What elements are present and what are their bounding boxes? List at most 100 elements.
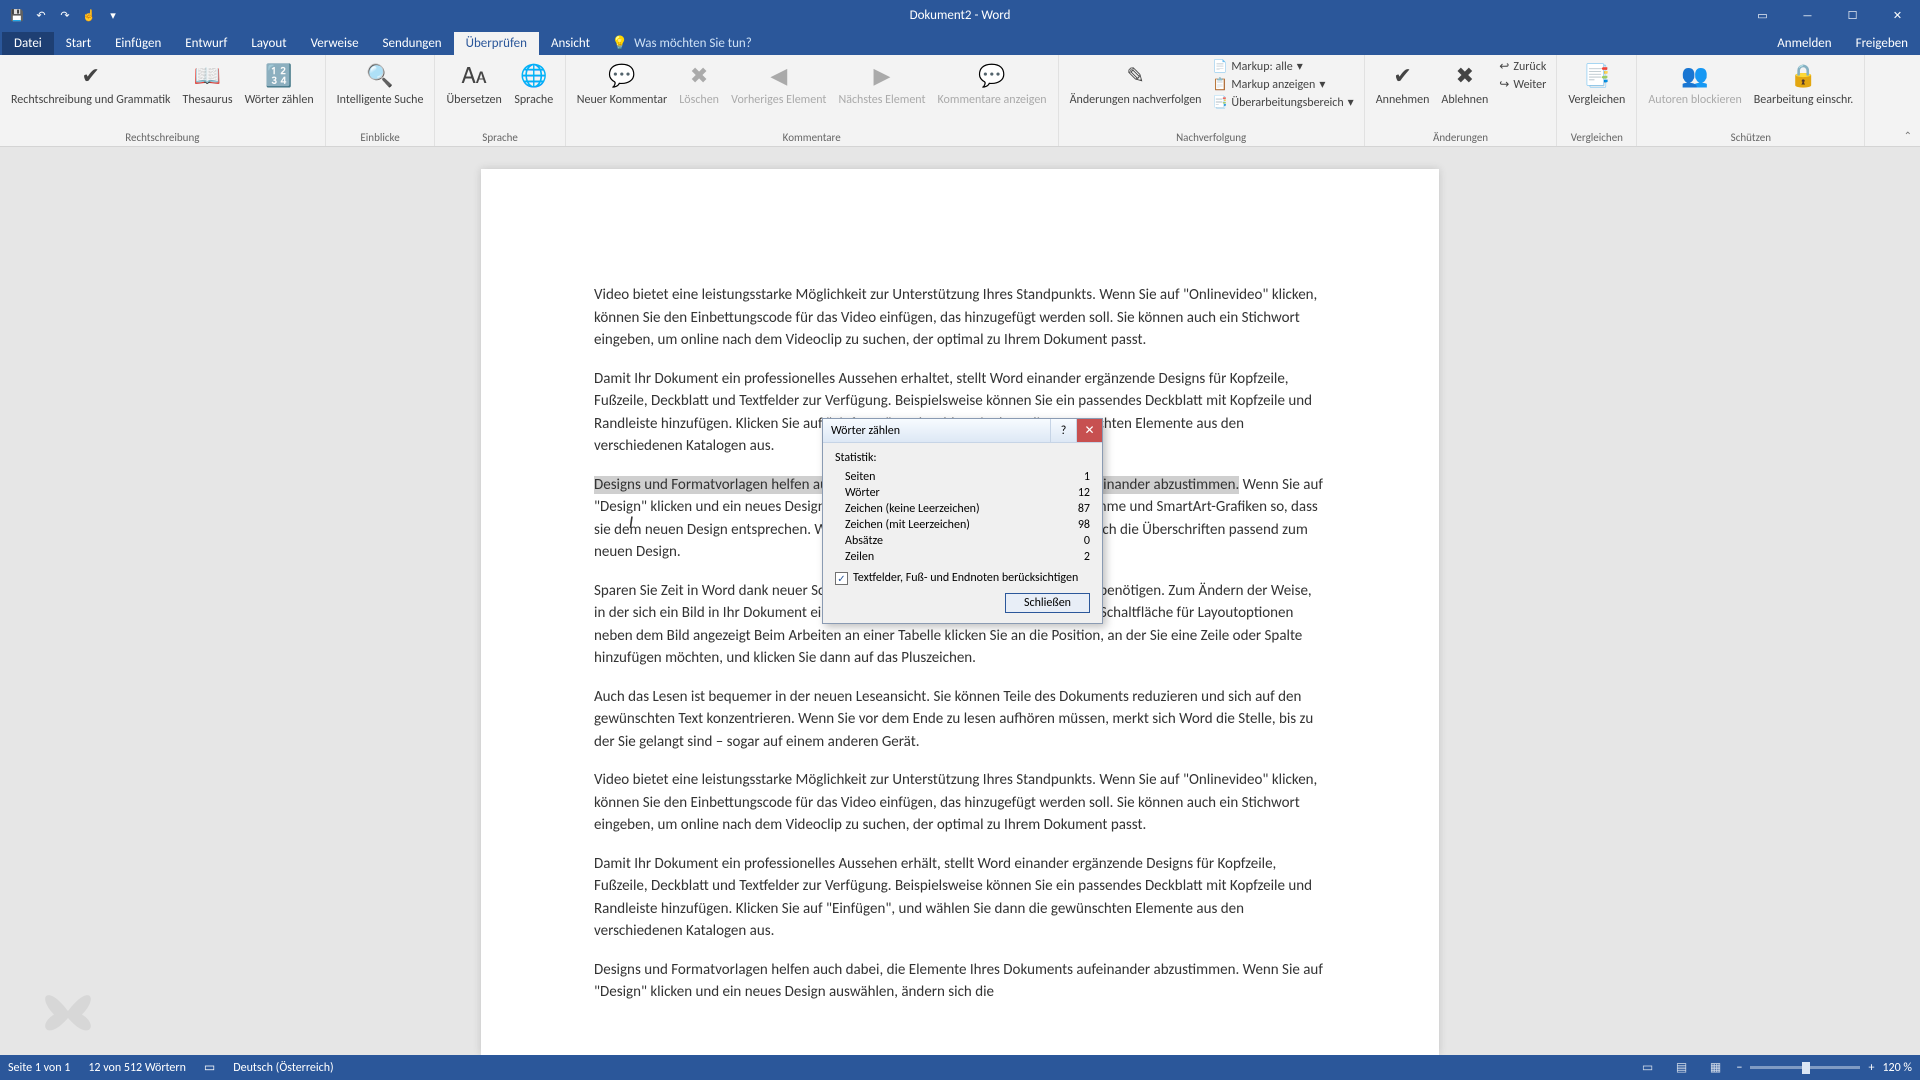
group-compare: 📑 Vergleichen Vergleichen [1557,55,1637,146]
status-word-count[interactable]: 12 von 512 Wörtern [88,1061,186,1075]
show-markup-button[interactable]: 📋 Markup anzeigen ▾ [1208,76,1357,93]
word-count-dialog: Wörter zählen ? ✕ Statistik: Seiten1 Wör… [822,418,1103,624]
accept-icon: ✔ [1387,60,1419,92]
tab-layout[interactable]: Layout [239,32,298,55]
lock-icon: 🔒 [1788,60,1820,92]
dialog-title: Wörter zählen [831,424,900,438]
stat-row-pages: Seiten1 [835,469,1090,485]
thesaurus-button[interactable]: 📖 Thesaurus [178,58,238,110]
accept-button[interactable]: ✔ Annehmen [1371,58,1435,110]
tab-review[interactable]: Überprüfen [454,32,539,55]
include-textboxes-checkbox[interactable]: ✓ Textfelder, Fuß- und Endnoten berücksi… [835,571,1090,585]
next-change-button[interactable]: ↪ Weiter [1495,76,1550,93]
translate-icon: 🗛 [458,60,490,92]
statistics-header: Statistik: [835,451,1090,465]
share-button[interactable]: Freigeben [1844,32,1920,55]
paragraph[interactable]: Video bietet eine leistungsstarke Möglic… [594,284,1326,352]
group-label-comments: Kommentare [572,129,1052,144]
stat-row-chars-nospace: Zeichen (keine Leerzeichen)87 [835,501,1090,517]
undo-icon[interactable]: ↶ [30,4,52,26]
group-label-protect: Schützen [1643,129,1858,144]
sign-in-button[interactable]: Anmelden [1765,32,1843,55]
tell-me-placeholder: Was möchten Sie tun? [634,36,752,51]
delete-comment-button: ✖ Löschen [674,58,724,110]
dialog-close-button[interactable]: ✕ [1076,419,1102,442]
qat-customize-icon[interactable]: ▾ [102,4,124,26]
minimize-button[interactable]: — [1785,0,1830,30]
read-mode-icon[interactable]: ▭ [1634,1058,1660,1078]
tab-file[interactable]: Datei [2,32,54,55]
group-label-changes: Änderungen [1371,129,1551,144]
redo-icon[interactable]: ↷ [54,4,76,26]
status-page[interactable]: Seite 1 von 1 [8,1061,70,1075]
stat-row-lines: Zeilen2 [835,549,1090,565]
group-language: 🗛 Übersetzen 🌐 Sprache Sprache [435,55,565,146]
dialog-titlebar[interactable]: Wörter zählen ? ✕ [823,419,1102,443]
stat-row-words: Wörter12 [835,485,1090,501]
tab-design[interactable]: Entwurf [173,32,239,55]
ribbon-display-options-icon[interactable]: ▭ [1740,0,1785,30]
checkbox-icon[interactable]: ✓ [835,572,848,585]
tab-insert[interactable]: Einfügen [103,32,173,55]
zoom-slider-thumb[interactable] [1802,1062,1810,1074]
collapse-ribbon-icon[interactable]: ⌃ [1904,129,1912,142]
track-changes-button[interactable]: ✎ Änderungen nachverfolgen [1065,58,1207,110]
group-label-tracking: Nachverfolgung [1065,129,1358,144]
lightbulb-icon: 💡 [612,36,628,51]
comment-icon: 💬 [606,60,638,92]
tab-home[interactable]: Start [54,32,103,55]
ribbon: ✔ Rechtschreibung und Grammatik 📖 Thesau… [0,55,1920,147]
touch-mode-icon[interactable]: ☝ [78,4,100,26]
spelling-grammar-button[interactable]: ✔ Rechtschreibung und Grammatik [6,58,176,110]
zoom-out-button[interactable]: − [1736,1061,1742,1075]
stat-row-paragraphs: Absätze0 [835,533,1090,549]
tab-references[interactable]: Verweise [299,32,371,55]
review-pane-button[interactable]: 📑 Überarbeitungsbereich ▾ [1208,94,1357,111]
word-count-button[interactable]: 🔢 Wörter zählen [240,58,319,110]
group-label-language: Sprache [441,129,558,144]
paragraph[interactable]: Auch das Lesen ist bequemer in der neuen… [594,686,1326,754]
paragraph[interactable]: Damit Ihr Dokument ein professionelles A… [594,853,1326,943]
document-title: Dokument2 - Word [910,8,1011,23]
group-comments: 💬 Neuer Kommentar ✖ Löschen ◀ Vorheriges… [566,55,1059,146]
smart-lookup-button[interactable]: 🔍 Intelligente Suche [332,58,429,110]
markup-display-select[interactable]: 📄 Markup: alle ▾ [1208,58,1357,75]
tab-mailings[interactable]: Sendungen [371,32,454,55]
group-protect: 👥 Autoren blockieren 🔒 Bearbeitung einsc… [1637,55,1865,146]
print-layout-icon[interactable]: ▤ [1668,1058,1694,1078]
prev-icon: ◀ [763,60,795,92]
paragraph[interactable]: Designs und Formatvorlagen helfen auch d… [594,959,1326,1004]
group-insights: 🔍 Intelligente Suche Einblicke [326,55,436,146]
compare-button[interactable]: 📑 Vergleichen [1563,58,1630,110]
zoom-in-button[interactable]: + [1868,1061,1874,1075]
status-language[interactable]: Deutsch (Österreich) [233,1061,333,1075]
new-comment-button[interactable]: 💬 Neuer Kommentar [572,58,672,110]
restrict-editing-button[interactable]: 🔒 Bearbeitung einschr. [1749,58,1859,110]
save-icon[interactable]: 💾 [6,4,28,26]
title-bar: 💾 ↶ ↷ ☝ ▾ Dokument2 - Word ▭ — ☐ ✕ [0,0,1920,30]
reject-icon: ✖ [1449,60,1481,92]
tab-view[interactable]: Ansicht [539,32,602,55]
next-comment-button: ▶ Nächstes Element [833,58,930,110]
language-button[interactable]: 🌐 Sprache [509,58,559,110]
zoom-slider[interactable] [1750,1066,1860,1069]
compare-icon: 📑 [1581,60,1613,92]
thesaurus-icon: 📖 [192,60,224,92]
track-changes-icon: ✎ [1120,60,1152,92]
next-icon: ▶ [866,60,898,92]
reject-button[interactable]: ✖ Ablehnen [1436,58,1493,110]
close-button[interactable]: ✕ [1875,0,1920,30]
maximize-button[interactable]: ☐ [1830,0,1875,30]
window-controls: ▭ — ☐ ✕ [1740,0,1920,30]
tell-me-search[interactable]: 💡 Was möchten Sie tun? [602,32,762,55]
translate-button[interactable]: 🗛 Übersetzen [441,58,506,110]
show-comments-icon: 💬 [976,60,1008,92]
zoom-level[interactable]: 120 % [1882,1061,1912,1075]
web-layout-icon[interactable]: ▦ [1702,1058,1728,1078]
previous-change-button[interactable]: ↩ Zurück [1495,58,1550,75]
dialog-help-button[interactable]: ? [1050,419,1076,442]
proofing-status-icon[interactable]: ▭ [204,1060,215,1075]
paragraph[interactable]: Video bietet eine leistungsstarke Möglic… [594,769,1326,837]
dialog-close-action-button[interactable]: Schließen [1005,593,1090,613]
delete-icon: ✖ [683,60,715,92]
